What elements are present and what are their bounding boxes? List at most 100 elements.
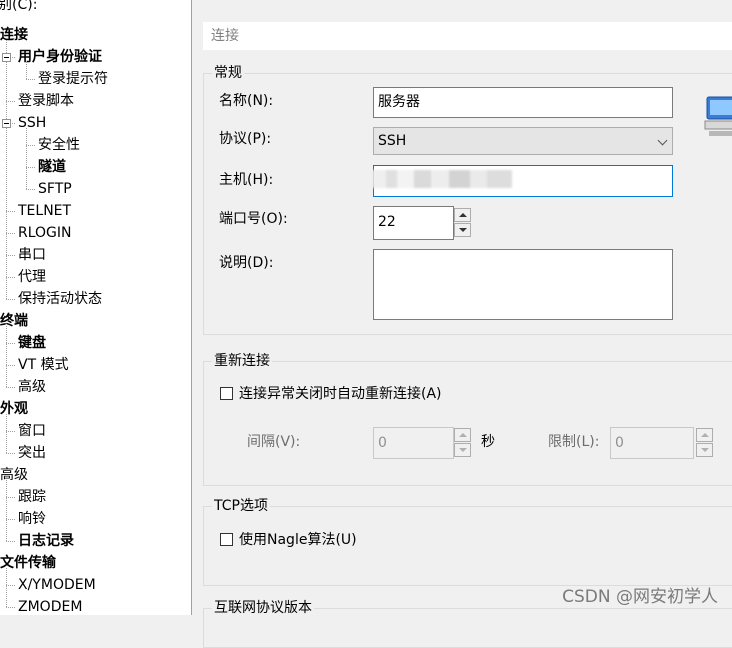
tree-item[interactable]: 日志记录 [18,530,74,552]
interval-label: 间隔(V): [247,434,301,450]
tree-item[interactable]: 保持活动状态 [18,288,102,310]
tree-item[interactable]: 响铃 [18,508,46,530]
collapse-icon[interactable] [2,53,11,62]
auto-reconnect-label[interactable]: 连接异常关闭时自动重新连接(A) [239,384,442,404]
category-tree-label: 别(C): [0,0,38,13]
computer-icon [704,96,732,136]
tree-item[interactable]: 登录脚本 [18,90,74,112]
tree-item[interactable]: 终端 [0,310,28,332]
tree-item-label: 用户身份验证 [18,49,102,65]
tree-item[interactable]: 连接 [0,24,28,46]
interval-down-button[interactable] [454,443,471,457]
tree-item-label: 键盘 [18,335,46,351]
tree-item[interactable]: 登录提示符 [38,68,108,90]
port-up-button[interactable] [454,208,471,222]
tree-item-label: 终端 [0,313,28,329]
tree-item-label: 代理 [18,269,46,285]
name-label: 名称(N): [219,93,274,109]
tree-item-label: SFTP [38,181,72,197]
tree-connector [6,453,15,454]
watermark: CSDN @网安初学人 [562,587,718,607]
limit-input[interactable]: 0 [610,427,694,459]
tree-item-label: 窗口 [18,423,46,439]
tree-item[interactable]: 高级 [18,376,46,398]
tree-item[interactable]: 串口 [18,244,46,266]
tree-connector [26,79,35,80]
tree-connector [6,233,15,234]
category-tree[interactable]: 别(C): 连接用户身份验证登录提示符登录脚本 SSH 安全性隧道 SFTP TELNE… [0,0,192,615]
tree-item-label: VT 模式 [18,357,69,373]
interval-unit: 秒 [481,434,495,450]
tree-item[interactable]: 跟踪 [18,486,46,508]
tree-item[interactable]: TELNET [18,200,71,222]
tree-item-label: 保持活动状态 [18,291,102,307]
protocol-select[interactable]: SSH [373,127,673,155]
tree-connector [6,277,15,278]
tree-connector [26,128,27,189]
tree-connector [26,62,27,79]
auto-reconnect-checkbox[interactable] [220,387,233,400]
tree-item[interactable]: VT 模式 [18,354,69,376]
tree-item[interactable]: RLOGIN [18,222,72,244]
name-input[interactable]: 服务器 [373,87,673,118]
tree-connector [6,299,15,300]
limit-up-button[interactable] [696,428,713,442]
tree-item[interactable]: X/YMODEM [18,574,96,596]
tree-item[interactable]: ZMODEM [18,596,82,615]
tree-item-label: 突出 [18,445,46,461]
nagle-label[interactable]: 使用Nagle算法(U) [239,530,357,550]
tree-item-label: RLOGIN [18,225,72,241]
port-spinner[interactable] [454,208,471,238]
reconnect-group: 重新连接 [203,351,732,486]
tree-connector [6,480,7,541]
tree-item[interactable]: 代理 [18,266,46,288]
port-label: 端口号(O): [219,211,288,227]
tree-item-label: 隧道 [38,159,66,175]
tree-connector [6,541,15,542]
interval-spinner[interactable] [454,428,471,458]
tree-item-label: 日志记录 [18,533,74,549]
collapse-icon[interactable] [2,119,11,128]
nagle-checkbox[interactable] [220,533,233,546]
tree-item-label: 高级 [18,379,46,395]
tree-item[interactable]: SFTP [38,178,72,200]
reconnect-group-title: 重新连接 [212,351,272,371]
tree-item-label: ZMODEM [18,599,83,615]
limit-spinner[interactable] [696,428,713,458]
protocol-select-value: SSH [378,133,407,149]
tree-item[interactable]: 键盘 [18,332,46,354]
port-down-button[interactable] [454,223,471,237]
tree-item[interactable]: 隧道 [38,156,66,178]
tree-item[interactable]: 窗口 [18,420,46,442]
tree-connector [6,519,15,520]
interval-input[interactable]: 0 [373,427,454,459]
tree-item[interactable]: 安全性 [38,134,80,156]
tcp-group-title: TCP选项 [212,496,270,516]
host-label: 主机(H): [219,172,274,188]
tree-connector [6,568,7,607]
redacted-host [372,170,512,188]
tree-item-label: 登录脚本 [18,93,74,109]
tree-connector [6,585,15,586]
tree-connector [6,255,15,256]
tree-item-label: 登录提示符 [38,71,108,87]
tree-item[interactable]: 高级 [0,464,28,486]
limit-down-button[interactable] [696,443,713,457]
tree-item[interactable]: 突出 [18,442,46,464]
description-textarea[interactable] [373,249,673,320]
interval-up-button[interactable] [454,428,471,442]
tree-connector [26,145,35,146]
tree-item-label: 响铃 [18,511,46,527]
protocol-label: 协议(P): [219,131,272,147]
tree-item[interactable]: 外观 [0,398,28,420]
tree-item[interactable]: 用户身份验证 [18,46,102,68]
tree-connector [6,607,15,608]
tree-connector [6,365,15,366]
tree-item[interactable]: 文件传输 [0,552,56,574]
tree-item-label: 跟踪 [18,489,46,505]
page-title: 连接 [203,22,732,50]
description-label: 说明(D): [219,255,274,271]
general-group-title: 常规 [212,63,244,83]
tree-item[interactable]: SSH [18,112,46,134]
port-input[interactable]: 22 [373,206,454,240]
